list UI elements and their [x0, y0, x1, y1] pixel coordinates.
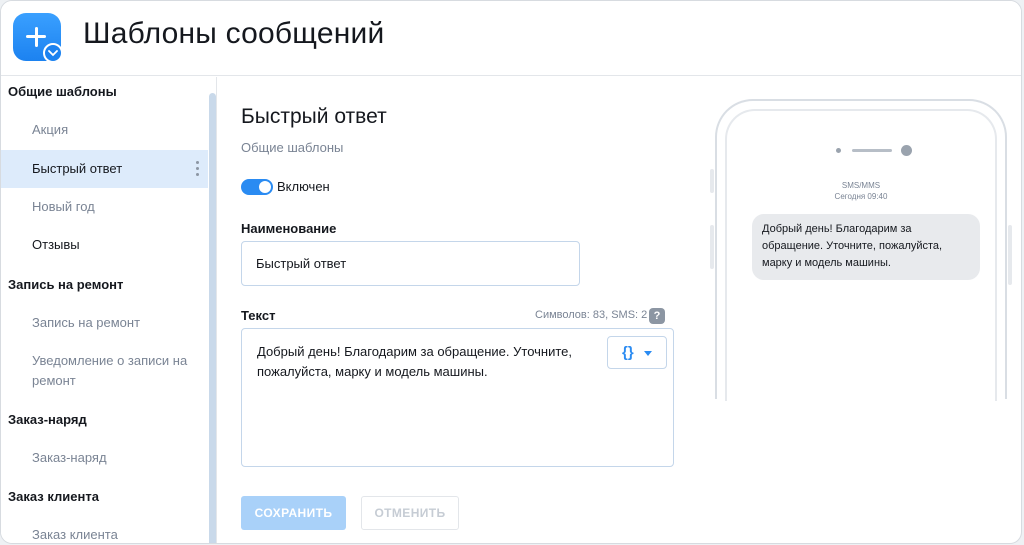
- page-title: Шаблоны сообщений: [83, 17, 385, 50]
- text-textarea[interactable]: Добрый день! Благодарим за обращение. Ут…: [241, 328, 674, 467]
- caret-down-icon: [644, 351, 652, 356]
- plus-icon[interactable]: [13, 13, 63, 63]
- more-vertical-icon[interactable]: [196, 161, 200, 177]
- app-window: Шаблоны сообщений Общие шаблоны Акция Бы…: [0, 0, 1022, 544]
- braces-icon: {}: [622, 344, 634, 361]
- template-group: Общие шаблоны: [241, 140, 344, 155]
- sidebar-item-booking-notice[interactable]: Уведомление о записи на ремонт: [1, 351, 201, 391]
- insert-variable-button[interactable]: {}: [607, 336, 667, 369]
- phone-side-button: [710, 169, 714, 193]
- sidebar-item-promo[interactable]: Акция: [1, 120, 208, 140]
- sidebar-item-work-order[interactable]: Заказ-наряд: [1, 448, 208, 468]
- enabled-label: Включен: [277, 179, 330, 194]
- sidebar-group-title: Заказ-наряд: [8, 412, 87, 427]
- save-button[interactable]: СОХРАНИТЬ: [241, 496, 346, 530]
- name-input[interactable]: Быстрый ответ: [241, 241, 580, 286]
- sidebar: Общие шаблоны Акция Быстрый ответ Новый …: [1, 77, 217, 543]
- character-counter: Символов: 83, SMS: 2: [535, 309, 648, 321]
- sidebar-group-title: Заказ клиента: [8, 489, 99, 504]
- enabled-toggle[interactable]: [241, 179, 273, 195]
- phone-preview: SMS/MMS Сегодня 09:40 Добрый день! Благо…: [710, 99, 1012, 401]
- sidebar-scrollbar[interactable]: [209, 93, 216, 543]
- text-value: Добрый день! Благодарим за обращение. Ут…: [257, 344, 573, 379]
- phone-side-button: [1008, 225, 1012, 285]
- sidebar-item-repair-booking[interactable]: Запись на ремонт: [1, 313, 208, 333]
- header: Шаблоны сообщений: [1, 1, 1021, 76]
- message-type: SMS/MMS: [841, 181, 881, 190]
- sidebar-item-reviews[interactable]: Отзывы: [1, 235, 208, 255]
- help-icon[interactable]: ?: [649, 308, 665, 324]
- message-time: Сегодня 09:40: [834, 192, 888, 201]
- text-label: Текст: [241, 308, 276, 323]
- phone-screen: SMS/MMS Сегодня 09:40 Добрый день! Благо…: [725, 109, 997, 401]
- cancel-button[interactable]: ОТМЕНИТЬ: [361, 496, 459, 530]
- camera-icon: [901, 145, 912, 156]
- phone-side-button: [710, 225, 714, 269]
- sidebar-item-quick-reply[interactable]: Быстрый ответ: [1, 150, 208, 188]
- message-bubble: Добрый день! Благодарим за обращение. Ут…: [752, 214, 980, 280]
- main-content: Быстрый ответ Общие шаблоны Включен Наим…: [218, 77, 1021, 543]
- sidebar-item-label: Быстрый ответ: [32, 161, 123, 176]
- template-title: Быстрый ответ: [241, 105, 387, 128]
- speaker-icon: [852, 149, 892, 152]
- sidebar-group-title: Запись на ремонт: [8, 277, 124, 292]
- name-label: Наименование: [241, 221, 337, 236]
- chevron-down-icon: [43, 43, 63, 63]
- sidebar-item-customer-order[interactable]: Заказ клиента: [1, 525, 208, 543]
- sidebar-group-title: Общие шаблоны: [8, 84, 117, 99]
- sidebar-item-new-year[interactable]: Новый год: [1, 197, 208, 217]
- sensor-icon: [836, 148, 841, 153]
